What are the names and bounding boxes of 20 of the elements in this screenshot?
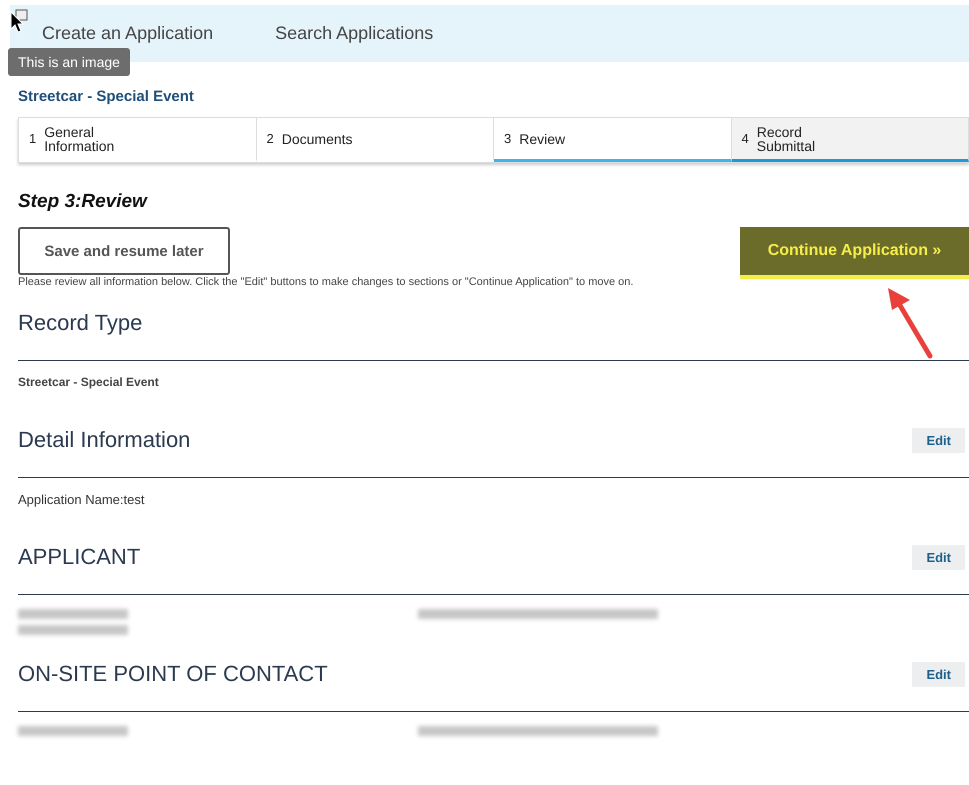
instructions: Please review all information below. Click the "Edit" buttons to make changes to sections or "Continue Application" to move on. [18, 276, 634, 288]
step-heading: Step 3:Review [18, 191, 149, 213]
section-title: Detail Information [18, 427, 190, 453]
edit-button[interactable]: Edit [912, 662, 965, 686]
field-text: Application Name:test [18, 492, 146, 507]
edit-button[interactable]: Edit [912, 428, 965, 452]
step-tab[interactable]: 2 Documents [256, 118, 494, 162]
continue-button[interactable]: Continue Application » [740, 227, 969, 279]
tooltip: This is an image [8, 48, 130, 76]
save-button[interactable]: Save and resume later [18, 227, 230, 275]
cursor-icon [10, 9, 30, 35]
section-title: APPLICANT [18, 544, 140, 570]
section-title: Record Type [18, 310, 142, 336]
nav-link[interactable]: Search Applications [275, 23, 434, 44]
section-title: ON-SITE POINT OF CONTACT [18, 661, 328, 687]
nav-link[interactable]: Create an Application [42, 23, 214, 44]
step-tab[interactable]: 3 Review [494, 118, 732, 162]
edit-button[interactable]: Edit [912, 544, 965, 570]
record-title: Streetcar - Special Event [18, 88, 195, 105]
field-text: Streetcar - Special Event [18, 375, 160, 389]
